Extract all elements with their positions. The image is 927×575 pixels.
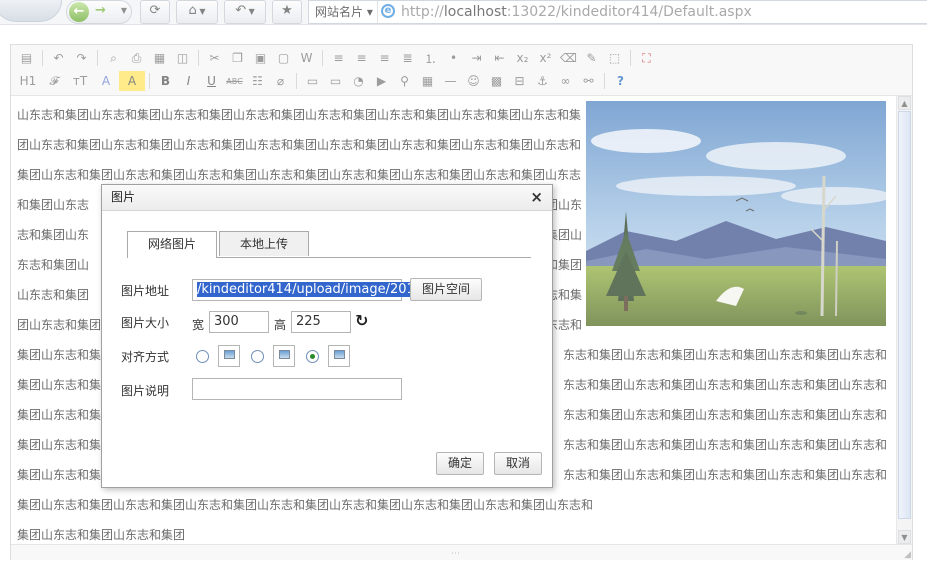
reset-size-icon[interactable]: ↻ bbox=[355, 311, 368, 330]
image-space-button[interactable]: 图片空间 bbox=[410, 278, 482, 301]
align-left-icon bbox=[273, 345, 295, 367]
dialog-header: 图片 × bbox=[102, 185, 552, 211]
align-left-radio[interactable] bbox=[251, 350, 264, 363]
width-input[interactable]: 300 bbox=[209, 311, 269, 333]
align-right-radio[interactable] bbox=[306, 350, 319, 363]
ok-button[interactable]: 确定 bbox=[436, 452, 484, 475]
image-url-input[interactable]: /kindeditor414/upload/image/201211 bbox=[192, 279, 440, 301]
tab-local-upload[interactable]: 本地上传 bbox=[219, 231, 309, 256]
dialog-title: 图片 bbox=[111, 190, 136, 204]
height-input[interactable]: 225 bbox=[291, 311, 351, 333]
tab-remote-image[interactable]: 网络图片 bbox=[127, 231, 217, 258]
align-none-icon bbox=[218, 345, 240, 367]
image-dialog: 图片 × 网络图片 本地上传 图片地址 /kindeditor414/uploa… bbox=[101, 184, 553, 488]
width-label: 宽 bbox=[192, 318, 205, 332]
url-label: 图片地址 bbox=[121, 284, 170, 298]
height-label: 高 bbox=[274, 318, 287, 332]
image-title-label: 图片说明 bbox=[121, 384, 170, 398]
align-none-radio[interactable] bbox=[196, 350, 209, 363]
align-right-icon bbox=[328, 345, 350, 367]
size-label: 图片大小 bbox=[121, 316, 170, 330]
align-label: 对齐方式 bbox=[121, 350, 170, 364]
dialog-tabs: 网络图片 本地上传 bbox=[127, 231, 531, 258]
cancel-button[interactable]: 取消 bbox=[494, 452, 542, 475]
close-icon[interactable]: × bbox=[530, 185, 543, 210]
image-title-input[interactable] bbox=[192, 378, 402, 400]
